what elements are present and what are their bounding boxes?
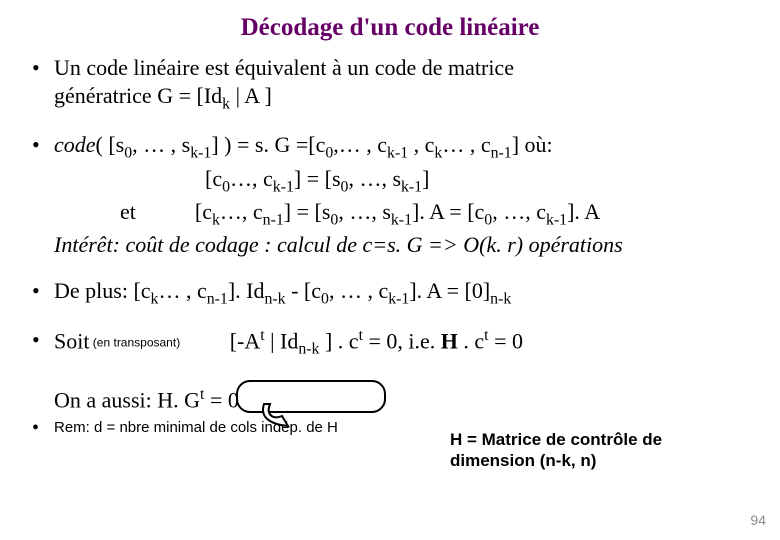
- text: dimension (n-k, n): [450, 451, 596, 470]
- text: | Id: [265, 328, 299, 353]
- sub: k: [222, 96, 230, 113]
- bullet-3: De plus: [ck… , cn-1]. Idn-k - [c0, … , …: [30, 277, 750, 310]
- text: , c: [408, 132, 434, 157]
- bullet-1: Un code linéaire est équivalent à un cod…: [30, 54, 750, 115]
- eq-line-2: et [ck…, cn-1] = [s0, …, sk-1]. A = [c0,…: [30, 198, 750, 231]
- callout-text: H = Matrice de contrôle de dimension (n-…: [450, 429, 750, 472]
- text: ]. A = [c: [412, 199, 484, 224]
- eq-line-1: [c0…, ck-1] = [s0, …, sk-1]: [30, 165, 750, 198]
- sub: k-1: [546, 212, 567, 229]
- slide: Décodage d'un code linéaire Un code liné…: [0, 0, 780, 540]
- text: … , c: [158, 278, 206, 303]
- text: [-A: [180, 328, 260, 353]
- text: code: [54, 132, 96, 157]
- bullet-list: Un code linéaire est équivalent à un cod…: [30, 54, 750, 163]
- text: De plus: [c: [54, 278, 151, 303]
- text: ] = [s: [294, 166, 341, 191]
- sub: k-1: [391, 212, 412, 229]
- text: … , c: [442, 132, 490, 157]
- sub: 0: [321, 290, 329, 307]
- text: , …, s: [338, 199, 391, 224]
- sub: n-k: [490, 290, 511, 307]
- slide-title: Décodage d'un code linéaire: [30, 14, 750, 42]
- text: , … , c: [329, 278, 388, 303]
- sub: n-1: [207, 290, 228, 307]
- bullet-2: code( [s0, … , sk-1] ) = s. G =[c0,… , c…: [30, 131, 750, 164]
- page-number: 94: [750, 512, 766, 528]
- text: ]: [422, 166, 429, 191]
- sub: k-1: [273, 179, 294, 196]
- text: ]. A = [0]: [409, 278, 490, 303]
- text: [c: [195, 199, 212, 224]
- text: …, c: [220, 199, 263, 224]
- text: ,… , c: [333, 132, 387, 157]
- text: [c: [205, 166, 222, 191]
- text: ] où:: [512, 132, 553, 157]
- sub: k-1: [190, 144, 211, 161]
- sub: 0: [124, 144, 132, 161]
- text: Un code linéaire est équivalent à un cod…: [54, 55, 514, 80]
- text: et: [120, 199, 136, 224]
- text: , … , s: [132, 132, 190, 157]
- sub: n-1: [491, 144, 512, 161]
- text: = 0: [489, 328, 523, 353]
- bullet-4: Soit (en transposant) [-At | Idn-k ] . c…: [30, 326, 750, 360]
- text: = 0, i.e.: [363, 328, 441, 353]
- text: = 0: [204, 387, 238, 412]
- text: Soit: [54, 328, 89, 353]
- text: ] ) = s. G =[c: [211, 132, 325, 157]
- sub: k-1: [401, 179, 422, 196]
- text: On a aussi: H. G: [54, 387, 200, 412]
- text: H = Matrice de contrôle de: [450, 430, 662, 449]
- sub: 0: [222, 179, 230, 196]
- sub: n-k: [264, 290, 285, 307]
- text: . c: [458, 328, 484, 353]
- text: ( [s: [96, 132, 125, 157]
- text: , …, s: [348, 166, 401, 191]
- small-text: (en transposant): [89, 335, 180, 349]
- text: ]. Id: [228, 278, 265, 303]
- text: ] . c: [319, 328, 358, 353]
- sub: n-k: [298, 340, 319, 357]
- text: génératrice G = [Id: [54, 83, 222, 108]
- sub: n-1: [263, 212, 284, 229]
- text: ]. A: [567, 199, 600, 224]
- bullet-list-2: De plus: [ck… , cn-1]. Idn-k - [c0, … , …: [30, 277, 750, 360]
- text: ] = [s: [284, 199, 331, 224]
- sub: k: [212, 212, 220, 229]
- text: - [c: [286, 278, 321, 303]
- text: , …, c: [492, 199, 546, 224]
- text: | A ]: [230, 83, 272, 108]
- text: …, c: [230, 166, 273, 191]
- sub: k-1: [388, 290, 409, 307]
- interest-line: Intérêt: coût de codage : calcul de c=s.…: [30, 231, 750, 259]
- on-a-aussi: On a aussi: H. Gt = 0: [30, 386, 750, 413]
- text-bold: H: [441, 328, 458, 353]
- sub: k-1: [387, 144, 408, 161]
